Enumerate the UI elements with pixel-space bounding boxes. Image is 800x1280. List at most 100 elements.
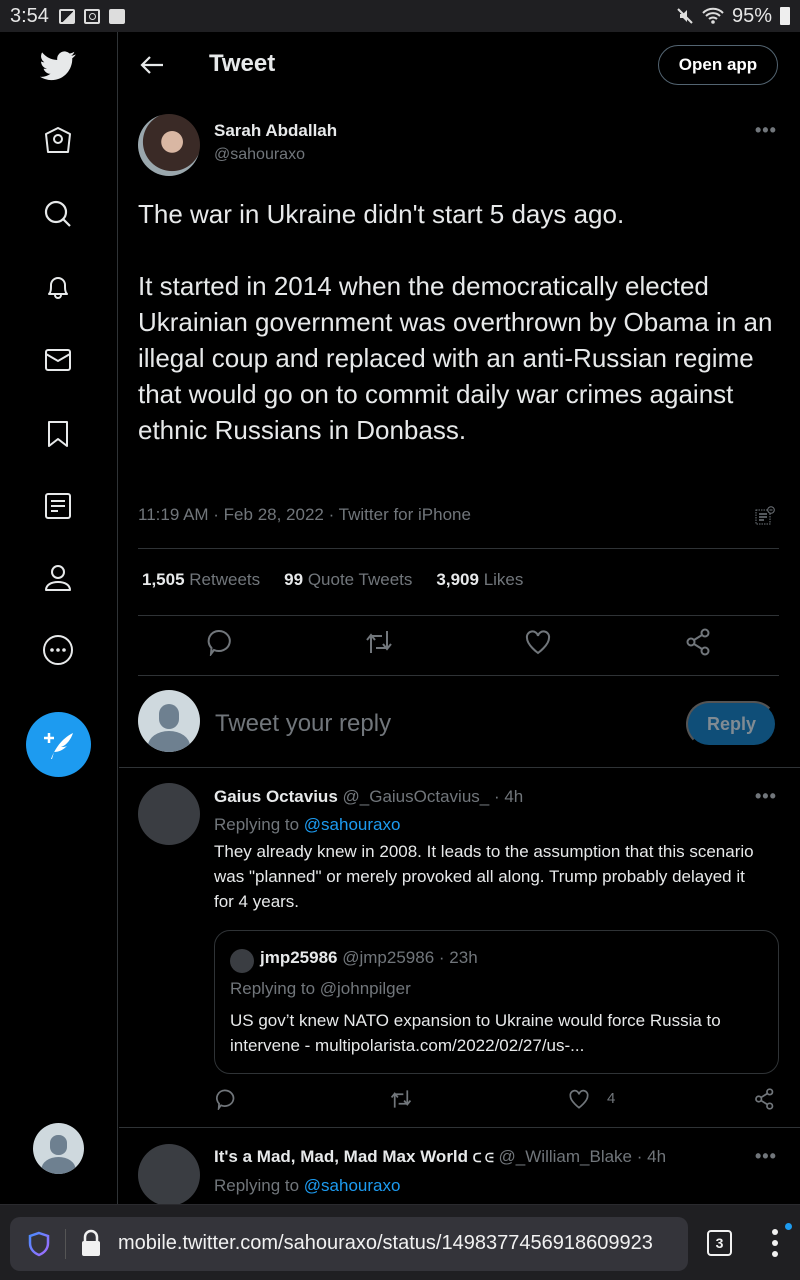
compose-tweet-button[interactable] xyxy=(26,712,91,777)
author-name[interactable]: Sarah Abdallah xyxy=(214,121,337,141)
quote-replying-to: Replying to @johnpilger xyxy=(230,979,411,998)
reply-author-name[interactable]: Gaius Octavius xyxy=(214,787,338,806)
header: Tweet Open app xyxy=(119,32,800,100)
reply-author-handle[interactable]: @_William_Blake xyxy=(499,1147,632,1166)
replying-to-link[interactable]: @sahouraxo xyxy=(304,1176,401,1195)
checkbox-icon xyxy=(108,8,125,24)
like-icon[interactable] xyxy=(524,628,552,656)
sidebar-item-profile[interactable] xyxy=(40,560,76,596)
status-bar: 3:54 95% xyxy=(0,0,800,32)
reply-header: Gaius Octavius @_GaiusOctavius_ · 4h xyxy=(214,787,523,807)
quote-text: US gov’t knew NATO expansion to Ukraine … xyxy=(230,1011,721,1055)
author-handle[interactable]: @sahouraxo xyxy=(214,146,305,164)
author-avatar[interactable] xyxy=(138,114,200,176)
page-title: Tweet xyxy=(209,50,276,77)
wifi-icon xyxy=(702,7,724,24)
quote-author-name: jmp25986 xyxy=(260,948,338,967)
reply-more-icon[interactable]: ••• xyxy=(755,786,777,807)
reply-text: They already knew in 2008. It leads to t… xyxy=(214,842,754,911)
retweets-count: 1,505 xyxy=(142,570,185,589)
lock-icon[interactable] xyxy=(80,1229,102,1257)
more-circle-icon xyxy=(43,635,73,665)
quote-tweets-stat[interactable]: 99 Quote Tweets xyxy=(284,570,412,590)
reply-author-name[interactable]: It's a Mad, Mad, Mad Max World xyxy=(214,1147,468,1166)
divider xyxy=(138,548,779,549)
more-options-icon[interactable]: ••• xyxy=(755,120,777,141)
browser-menu-button[interactable] xyxy=(765,1229,785,1259)
sidebar-item-notifications[interactable] xyxy=(40,269,76,305)
status-time: 3:54 xyxy=(10,4,49,27)
like-icon[interactable] xyxy=(568,1088,590,1110)
reply-time: · 4h xyxy=(636,1147,667,1166)
divider xyxy=(119,767,800,768)
back-arrow-icon[interactable] xyxy=(139,52,165,78)
reply-header: It's a Mad, Mad, Mad Max World ᑕ ᕮ @_Wil… xyxy=(214,1147,666,1167)
sidebar-item-messages[interactable] xyxy=(40,342,76,378)
menu-dot xyxy=(772,1251,778,1257)
divider xyxy=(138,615,779,616)
likes-stat[interactable]: 3,909 Likes xyxy=(436,570,523,590)
reply-avatar[interactable] xyxy=(138,783,200,845)
twitter-bird-icon[interactable] xyxy=(40,48,76,84)
main-column: Tweet Open app Sarah Abdallah @sahouraxo… xyxy=(119,32,800,1204)
open-app-button[interactable]: Open app xyxy=(658,45,778,85)
menu-dot xyxy=(772,1229,778,1235)
sidebar-item-more[interactable] xyxy=(40,632,76,668)
quote-author-handle: @jmp25986 xyxy=(342,948,435,967)
replying-prefix: Replying to xyxy=(214,1176,304,1195)
url-separator xyxy=(65,1229,66,1259)
quotes-count: 99 xyxy=(284,570,304,589)
my-avatar xyxy=(138,690,200,752)
url-text[interactable]: mobile.twitter.com/sahouraxo/status/1498… xyxy=(118,1232,653,1255)
update-badge xyxy=(785,1223,792,1230)
hidden-replies-icon[interactable] xyxy=(755,506,775,526)
tab-switcher-button[interactable]: 3 xyxy=(707,1230,732,1256)
image-icon xyxy=(58,8,75,24)
account-avatar[interactable] xyxy=(33,1123,84,1174)
mail-icon xyxy=(45,349,71,371)
share-icon[interactable] xyxy=(754,1088,776,1110)
quotes-label: Quote Tweets xyxy=(307,570,413,589)
reply-icon[interactable] xyxy=(205,628,233,656)
sidebar-item-bookmarks[interactable] xyxy=(40,416,76,452)
reply-input[interactable] xyxy=(215,707,635,741)
replying-prefix: Replying to xyxy=(214,815,304,834)
reply-avatar[interactable] xyxy=(138,1144,200,1204)
compose-tweet-icon xyxy=(43,732,73,759)
likes-count: 3,909 xyxy=(436,570,479,589)
home-icon xyxy=(45,127,71,153)
reply-icon[interactable] xyxy=(214,1088,236,1110)
reply-more-icon[interactable]: ••• xyxy=(755,1146,777,1167)
sidebar xyxy=(0,32,118,1204)
retweet-icon[interactable] xyxy=(365,628,393,656)
sidebar-item-lists[interactable] xyxy=(40,488,76,524)
reply-actions: 4 xyxy=(214,1088,779,1114)
address-bar[interactable]: mobile.twitter.com/sahouraxo/status/1498… xyxy=(10,1217,688,1271)
quote-time: · 23h xyxy=(438,948,478,967)
quote-avatar xyxy=(230,949,254,973)
reply-author-handle[interactable]: @_GaiusOctavius_ xyxy=(343,787,490,806)
sidebar-item-explore[interactable] xyxy=(40,196,76,232)
shield-icon[interactable] xyxy=(27,1231,51,1257)
menu-dot xyxy=(772,1240,778,1246)
person-icon xyxy=(45,565,71,591)
bookmark-icon xyxy=(48,421,68,447)
screen-record-icon xyxy=(83,8,100,24)
search-icon xyxy=(44,200,71,227)
replying-to-link[interactable]: @sahouraxo xyxy=(304,815,401,834)
retweet-icon[interactable] xyxy=(390,1088,412,1110)
divider xyxy=(119,1127,800,1128)
browser-toolbar: mobile.twitter.com/sahouraxo/status/1498… xyxy=(0,1204,800,1280)
retweets-stat[interactable]: 1,505 Retweets xyxy=(142,570,260,590)
share-icon[interactable] xyxy=(685,628,713,656)
replying-to: Replying to @sahouraxo xyxy=(214,1176,400,1196)
tweet-meta: 11:19 AM · Feb 28, 2022 · Twitter for iP… xyxy=(138,505,471,524)
reply-button[interactable]: Reply xyxy=(686,701,777,747)
quoted-tweet[interactable]: jmp25986 @jmp25986 · 23h Replying to @jo… xyxy=(214,930,779,1074)
likes-label: Likes xyxy=(483,570,524,589)
tweet-stats: 1,505 Retweets 99 Quote Tweets 3,909 Lik… xyxy=(142,570,523,590)
tweet-text: The war in Ukraine didn't start 5 days a… xyxy=(138,199,773,445)
sidebar-item-home[interactable] xyxy=(40,122,76,158)
list-icon xyxy=(45,493,71,519)
like-count: 4 xyxy=(607,1090,616,1107)
